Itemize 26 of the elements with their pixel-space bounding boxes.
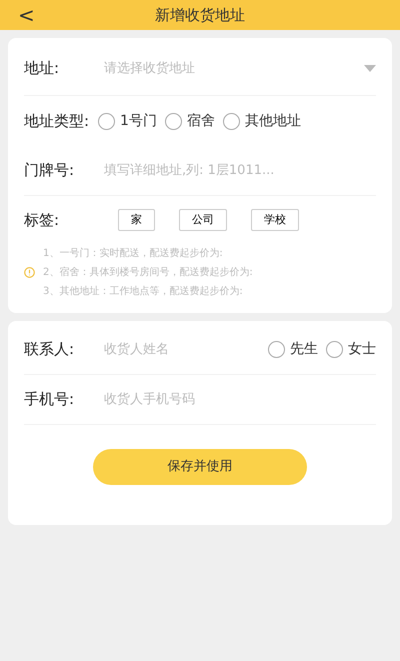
tag-button[interactable]: 家 xyxy=(118,208,155,232)
radio-option[interactable]: 先生 xyxy=(268,339,318,360)
radio-option[interactable]: 其他地址 xyxy=(222,110,301,132)
field-label: 联系人: xyxy=(24,339,76,360)
field-label: 地址类型: xyxy=(24,110,90,132)
note-text: 1、一号门：实时配送，配送费起步价为: xyxy=(43,246,224,261)
info-icon xyxy=(24,267,35,278)
radio-option[interactable]: 1号门 xyxy=(98,110,157,132)
field-label: 标签: xyxy=(24,210,60,231)
radio-option[interactable]: 宿舍 xyxy=(164,110,215,132)
tag-button[interactable]: 学校 xyxy=(251,208,299,232)
door-number-field[interactable]: 填写详细地址,列: 1层1011... xyxy=(104,158,376,182)
address-select[interactable]: 请选择收货地址 xyxy=(104,56,364,80)
field-label: 门牌号: xyxy=(24,160,76,182)
note-text: 2、宿舍：具体到楼号房间号，配送费起步价为: xyxy=(43,266,253,280)
name-field[interactable]: 收货人姓名 xyxy=(104,338,268,362)
page-title: 新增收货地址 xyxy=(155,4,245,26)
tag-button[interactable]: 公司 xyxy=(179,208,227,232)
save-button[interactable]: 保存并使用 xyxy=(93,449,307,485)
dropdown-caret-icon[interactable] xyxy=(364,64,376,72)
note-text: 3、其他地址：工作地点等，配送费起步价为: xyxy=(43,284,244,299)
back-button[interactable]: < xyxy=(14,0,39,30)
radio-option[interactable]: 女士 xyxy=(326,339,376,360)
field-label: 地址: xyxy=(24,58,60,80)
phone-field[interactable]: 收货人手机号码 xyxy=(104,388,376,412)
field-label: 手机号: xyxy=(24,389,76,410)
